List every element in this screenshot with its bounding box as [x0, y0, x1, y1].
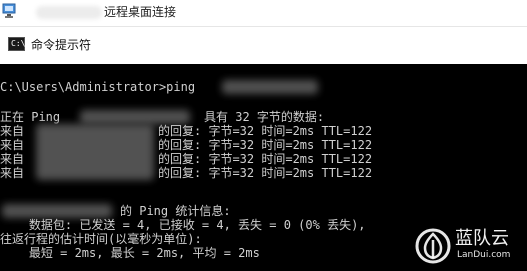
- redacted-pinging-host: [80, 110, 190, 124]
- command-prompt-icon-text: C:\: [11, 39, 26, 48]
- rtt-line: 最短 = 2ms, 最长 = 2ms, 平均 = 2ms: [0, 246, 260, 260]
- reply-line-3: 的回复: 字节=32 时间=2ms TTL=122: [158, 152, 373, 166]
- cmd-window-title: 命令提示符: [31, 38, 92, 52]
- reply-line-1: 的回复: 字节=32 时间=2ms TTL=122: [158, 124, 373, 138]
- reply-line-4: 的回复: 字节=32 时间=2ms TTL=122: [158, 166, 373, 180]
- rtt-header: 往返行程的估计时间(以毫秒为单位):: [0, 232, 202, 246]
- pinging-line-prefix: 正在 Ping: [0, 110, 61, 124]
- pinging-line-suffix: 具有 32 字节的数据:: [204, 110, 325, 124]
- rdp-window-title: 远程桌面连接: [104, 5, 177, 19]
- reply-prefix-1: 来自: [0, 124, 25, 138]
- command-prompt-icon: C:\: [8, 37, 25, 51]
- reply-prefix-3: 来自: [0, 152, 25, 166]
- reply-line-2: 的回复: 字节=32 时间=2ms TTL=122: [158, 138, 373, 152]
- watermark: 蓝队云 LanDui.com: [413, 228, 525, 264]
- remote-desktop-icon: [2, 3, 16, 18]
- reply-prefix-4: 来自: [0, 166, 25, 180]
- screen: 远程桌面连接 C:\ 命令提示符 C:\Users\Administrator>…: [0, 0, 527, 271]
- packets-line: 数据包: 已发送 = 4, 已接收 = 4, 丢失 = 0 (0% 丢失),: [0, 218, 366, 232]
- redacted-reply-ips: [36, 124, 154, 180]
- redacted-stats-host: [2, 204, 112, 218]
- redacted-ping-target: [222, 80, 318, 94]
- cloud-logo-icon: [415, 228, 451, 264]
- rdp-titlebar: 远程桌面连接: [0, 0, 527, 27]
- redacted-hostname: [36, 6, 102, 19]
- cmd-titlebar[interactable]: C:\ 命令提示符: [0, 28, 527, 64]
- watermark-subtitle: LanDui.com: [457, 250, 511, 260]
- reply-prefix-2: 来自: [0, 138, 25, 152]
- stats-header: 的 Ping 统计信息:: [120, 204, 231, 218]
- watermark-title: 蓝队云: [455, 228, 509, 249]
- prompt-line: C:\Users\Administrator>ping: [0, 80, 196, 94]
